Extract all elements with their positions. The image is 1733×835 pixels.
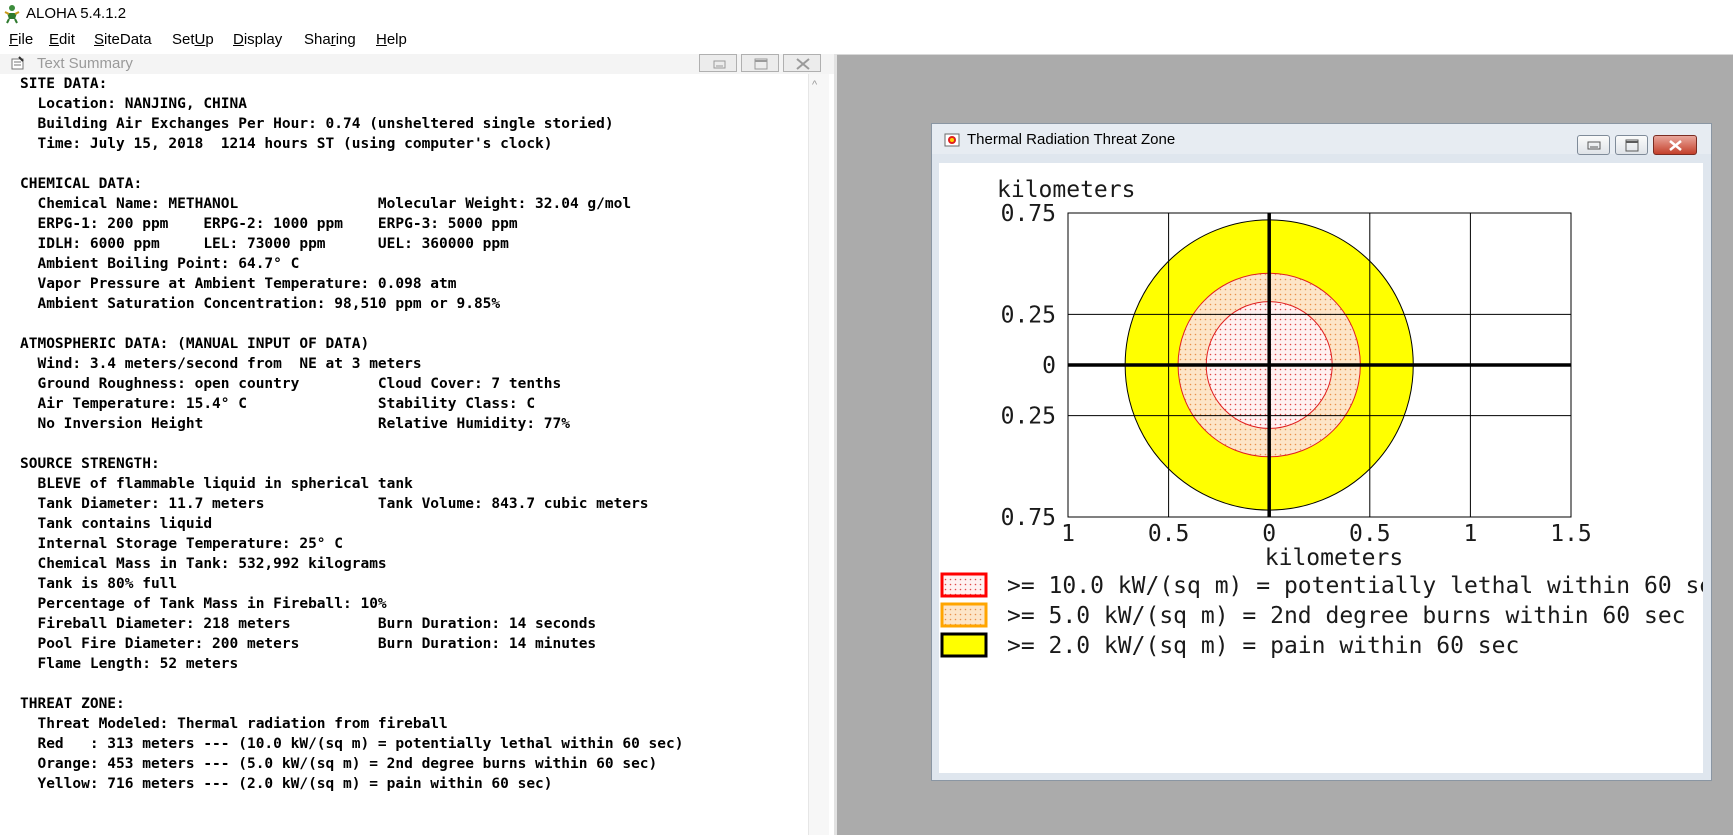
minimize-icon: [1587, 141, 1601, 150]
y-axis-unit-label: kilometers: [997, 177, 1135, 203]
x-tick-label: 0: [1262, 521, 1276, 547]
aloha-app-icon: [4, 5, 20, 24]
legend-swatch: [940, 602, 988, 628]
maximize-icon: [754, 58, 768, 70]
y-tick-label: 0.75: [1001, 201, 1056, 227]
close-icon: [1669, 140, 1682, 151]
legend-swatch: [940, 572, 988, 598]
text-summary-content: SITE DATA: Location: NANJING, CHINA Buil…: [20, 76, 684, 792]
y-tick-label: 0: [1042, 353, 1056, 379]
scroll-up-icon[interactable]: ^: [812, 79, 817, 91]
text-summary-title: Text Summary: [37, 55, 133, 72]
app-title: ALOHA 5.4.1.2: [26, 5, 127, 22]
menu-display[interactable]: Display: [233, 31, 282, 48]
menu-help[interactable]: Help: [376, 31, 407, 48]
y-tick-label: 0.75: [1001, 505, 1056, 531]
close-icon: [796, 58, 810, 70]
text-summary-minimize-button[interactable]: [699, 54, 737, 72]
threat-zone-minimize-button[interactable]: [1577, 135, 1610, 155]
legend-label: >= 2.0 kW/(sq m) = pain within 60 sec: [1007, 633, 1519, 659]
threat-zone-title-bar[interactable]: Thermal Radiation Threat Zone: [932, 124, 1711, 155]
legend-label: >= 10.0 kW/(sq m) = potentially lethal w…: [1007, 573, 1703, 599]
y-tick-label: 0.25: [1001, 302, 1056, 328]
app-title-bar: ALOHA 5.4.1.2: [0, 0, 1733, 28]
threat-zone-plot-area: kilometers kilometers 0.75 0.25 0 0.25 0.75 …: [939, 163, 1703, 773]
x-tick-label: 1: [1463, 521, 1477, 547]
x-tick-label: 1.5: [1550, 521, 1592, 547]
menu-file[interactable]: File: [9, 31, 33, 48]
x-tick-label: 0.5: [1349, 521, 1391, 547]
threat-zone-close-button[interactable]: [1653, 135, 1697, 155]
document-icon: [11, 56, 24, 70]
text-summary-scrollbar[interactable]: ^: [808, 74, 829, 835]
y-tick-label: 0.25: [1001, 404, 1056, 430]
threat-zone-plot: kilometers kilometers 0.750.2500.250.75 …: [940, 177, 1703, 659]
threat-zone-window: Thermal Radiation Threat Zone kilometers…: [931, 123, 1712, 781]
threat-zone-title: Thermal Radiation Threat Zone: [967, 131, 1176, 148]
threat-zone-window-icon: [944, 133, 960, 147]
maximize-icon: [1625, 139, 1639, 152]
menu-setup[interactable]: SetUp: [172, 31, 214, 48]
minimize-icon: [713, 60, 726, 69]
x-tick-label: 1: [1061, 521, 1075, 547]
mdi-divider: [834, 54, 837, 835]
threat-zone-maximize-button[interactable]: [1615, 135, 1648, 155]
legend-swatch: [940, 632, 988, 658]
menu-edit[interactable]: Edit: [49, 31, 75, 48]
menu-sharing[interactable]: Sharing: [304, 31, 356, 48]
menu-bar: File Edit SiteData SetUp Display Sharing…: [0, 28, 1733, 55]
x-tick-label: 0.5: [1148, 521, 1190, 547]
text-summary-title-bar[interactable]: Text Summary: [0, 54, 836, 74]
text-summary-window: Text Summary SITE DATA: Location: NANJIN…: [0, 54, 837, 835]
x-axis-unit-label: kilometers: [1265, 545, 1403, 571]
text-summary-close-button[interactable]: [783, 54, 821, 72]
menu-sitedata[interactable]: SiteData: [94, 31, 152, 48]
text-summary-maximize-button[interactable]: [741, 54, 779, 72]
legend-label: >= 5.0 kW/(sq m) = 2nd degree burns with…: [1007, 603, 1686, 629]
